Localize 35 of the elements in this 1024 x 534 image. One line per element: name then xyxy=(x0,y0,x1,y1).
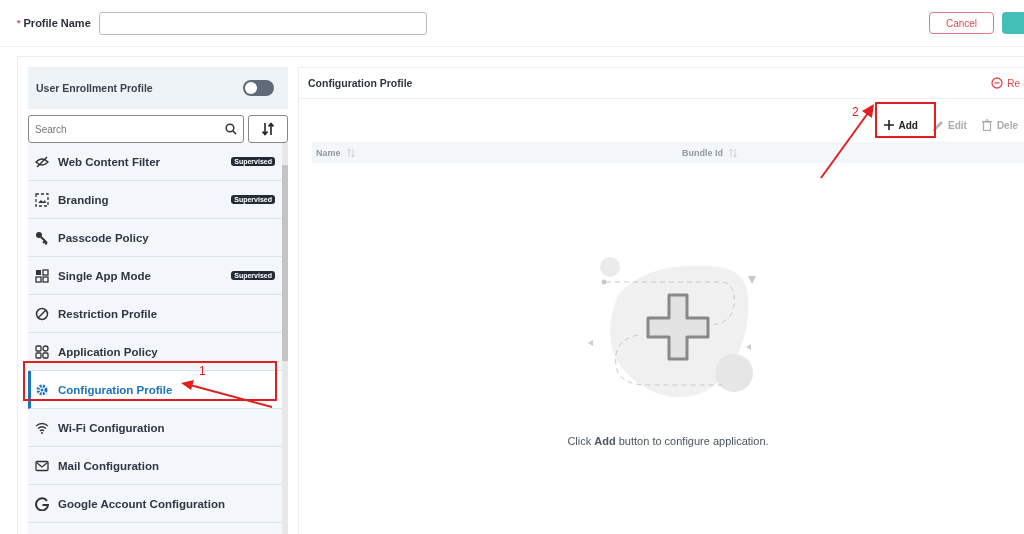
minus-circle-icon xyxy=(991,77,1004,89)
sort-icon xyxy=(729,147,737,158)
wifi-icon xyxy=(35,420,49,435)
save-button[interactable] xyxy=(1002,12,1024,34)
image-frame-icon xyxy=(35,192,49,207)
profile-name-field[interactable] xyxy=(98,11,427,35)
apps-icon xyxy=(35,344,49,359)
toggle-switch[interactable] xyxy=(243,80,274,96)
highlight-box xyxy=(875,102,936,138)
sort-arrows-icon xyxy=(262,122,274,136)
key-icon xyxy=(35,230,49,245)
field-label: Profile Name xyxy=(23,17,91,29)
grid-icon xyxy=(35,268,49,283)
gear-icon xyxy=(35,382,49,397)
scroll-thumb[interactable] xyxy=(282,165,288,361)
scrollbar[interactable] xyxy=(282,143,288,534)
g-logo-icon xyxy=(35,496,49,511)
pencil-icon xyxy=(932,119,944,131)
mail-icon xyxy=(35,458,49,473)
step-number: 2 xyxy=(852,105,859,119)
empty-message: Click Add button to configure application. xyxy=(567,435,769,447)
search-icon xyxy=(225,123,237,135)
plus-icon xyxy=(882,119,895,131)
trash-icon xyxy=(980,119,993,131)
sort-icon xyxy=(346,147,355,158)
eye-slash-icon xyxy=(35,154,49,169)
ban-icon xyxy=(35,306,49,321)
panel-title: Configuration Profile xyxy=(308,77,413,89)
search-field[interactable]: Search xyxy=(28,115,244,143)
add-button[interactable]: Add xyxy=(876,113,924,137)
remove-button[interactable]: Re xyxy=(991,77,1020,89)
toggle-label: User Enrollment Profile xyxy=(36,82,153,94)
cancel-button[interactable]: Cancel xyxy=(929,12,994,34)
sort-button[interactable] xyxy=(248,115,288,143)
required-mark: * xyxy=(17,18,21,28)
